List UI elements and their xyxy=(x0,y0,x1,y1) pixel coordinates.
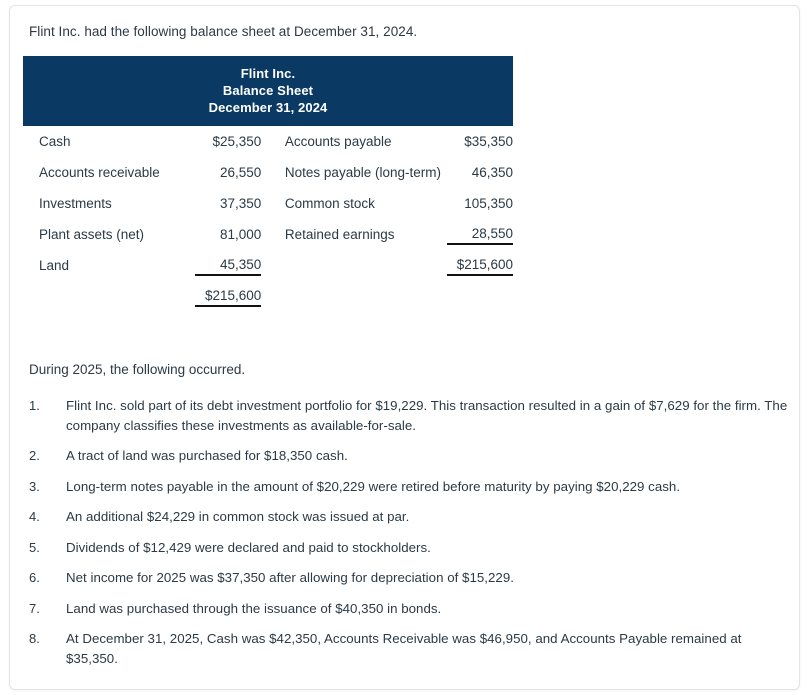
list-item: 5. Dividends of $12,429 were declared an… xyxy=(29,538,789,558)
liability-value: 46,350 xyxy=(471,165,513,180)
asset-label: Investments xyxy=(39,196,112,211)
table-row: Investments 37,350 Common stock 105,350 xyxy=(23,188,513,219)
asset-value: 81,000 xyxy=(219,227,262,242)
liability-label: Retained earnings xyxy=(284,227,395,242)
list-item-number: 8. xyxy=(29,631,40,646)
list-item: 1. Flint Inc. sold part of its debt inve… xyxy=(29,396,789,435)
intro-text: Flint Inc. had the following balance she… xyxy=(29,24,418,39)
empty-cell xyxy=(441,281,513,312)
list-item: 6. Net income for 2025 was $37,350 after… xyxy=(29,568,789,588)
list-item-text: Net income for 2025 was $37,350 after al… xyxy=(66,570,514,585)
list-item-number: 2. xyxy=(29,448,40,463)
balance-sheet: Flint Inc. Balance Sheet December 31, 20… xyxy=(23,56,513,312)
list-item-text: Dividends of $12,429 were declared and p… xyxy=(66,539,431,555)
asset-label: Accounts receivable xyxy=(39,165,160,180)
asset-label: Land xyxy=(39,258,70,273)
column-gap xyxy=(270,188,285,219)
liability-label: Notes payable (long-term) xyxy=(284,165,441,180)
land-amount: 45,350 xyxy=(195,255,262,276)
column-gap xyxy=(270,126,285,157)
column-gap xyxy=(270,157,285,188)
table-row: $215,600 xyxy=(23,281,513,312)
list-item-number: 1. xyxy=(29,398,40,413)
list-item-text: Flint Inc. sold part of its debt investm… xyxy=(66,398,788,433)
list-item: 3. Long-term notes payable in the amount… xyxy=(29,477,789,497)
liability-value: $35,350 xyxy=(464,134,513,149)
table-row: Cash $25,350 Accounts payable $35,350 xyxy=(23,126,513,157)
list-item: 4. An additional $24,229 in common stock… xyxy=(29,507,789,527)
list-item-number: 3. xyxy=(29,478,40,494)
column-gap xyxy=(270,250,285,281)
list-item: 8. At December 31, 2025, Cash was $42,35… xyxy=(29,629,789,668)
list-item-text: A tract of land was purchased for $18,35… xyxy=(66,448,348,463)
list-item-text: Land was purchased through the issuance … xyxy=(66,600,442,616)
asset-value: 26,550 xyxy=(219,165,262,180)
liabilities-equity-total-amount: $215,600 xyxy=(447,255,513,276)
retained-earnings-amount: 28,550 xyxy=(447,224,513,245)
table-row: Accounts receivable 26,550 Notes payable… xyxy=(23,157,513,188)
liabilities-equity-total: $215,600 xyxy=(441,250,513,281)
asset-value: $25,350 xyxy=(212,134,262,149)
column-gap xyxy=(270,219,285,250)
company-name: Flint Inc. xyxy=(240,66,296,81)
empty-cell xyxy=(285,250,441,281)
asset-label: Cash xyxy=(39,134,71,149)
list-item: 7. Land was purchased through the issuan… xyxy=(29,599,789,619)
list-item-text: Long-term notes payable in the amount of… xyxy=(66,478,681,494)
liability-label: Common stock xyxy=(284,196,375,211)
statement-title: Balance Sheet xyxy=(222,83,314,98)
list-item-text: An additional $24,229 in common stock wa… xyxy=(66,509,410,524)
list-item-text: At December 31, 2025, Cash was $42,350, … xyxy=(66,631,742,666)
liability-value: 105,350 xyxy=(464,196,513,211)
asset-label: Plant assets (net) xyxy=(39,227,145,242)
assets-total-amount: $215,600 xyxy=(195,286,262,307)
statement-date: December 31, 2024 xyxy=(208,100,328,115)
list-item-number: 5. xyxy=(29,539,40,555)
balance-sheet-header: Flint Inc. Balance Sheet December 31, 20… xyxy=(23,56,513,126)
asset-value: 45,350 xyxy=(181,250,271,281)
balance-sheet-table: Cash $25,350 Accounts payable $35,350 Ac… xyxy=(23,126,513,312)
during-heading: During 2025, the following occurred. xyxy=(29,362,246,377)
list-item-number: 6. xyxy=(29,570,40,585)
asset-value: 37,350 xyxy=(219,196,262,211)
column-gap xyxy=(270,281,285,312)
table-row: Land 45,350 $215,600 xyxy=(23,250,513,281)
empty-cell xyxy=(23,281,181,312)
list-item: 2. A tract of land was purchased for $18… xyxy=(29,446,789,466)
liability-label: Accounts payable xyxy=(284,134,392,149)
problem-card: Flint Inc. had the following balance she… xyxy=(9,5,800,690)
assets-total: $215,600 xyxy=(181,281,271,312)
list-item-number: 7. xyxy=(29,600,40,616)
table-row: Plant assets (net) 81,000 Retained earni… xyxy=(23,219,513,250)
liability-value: 28,550 xyxy=(441,219,513,250)
empty-cell xyxy=(285,281,441,312)
list-item-number: 4. xyxy=(29,509,40,524)
events-list: 1. Flint Inc. sold part of its debt inve… xyxy=(29,396,789,679)
